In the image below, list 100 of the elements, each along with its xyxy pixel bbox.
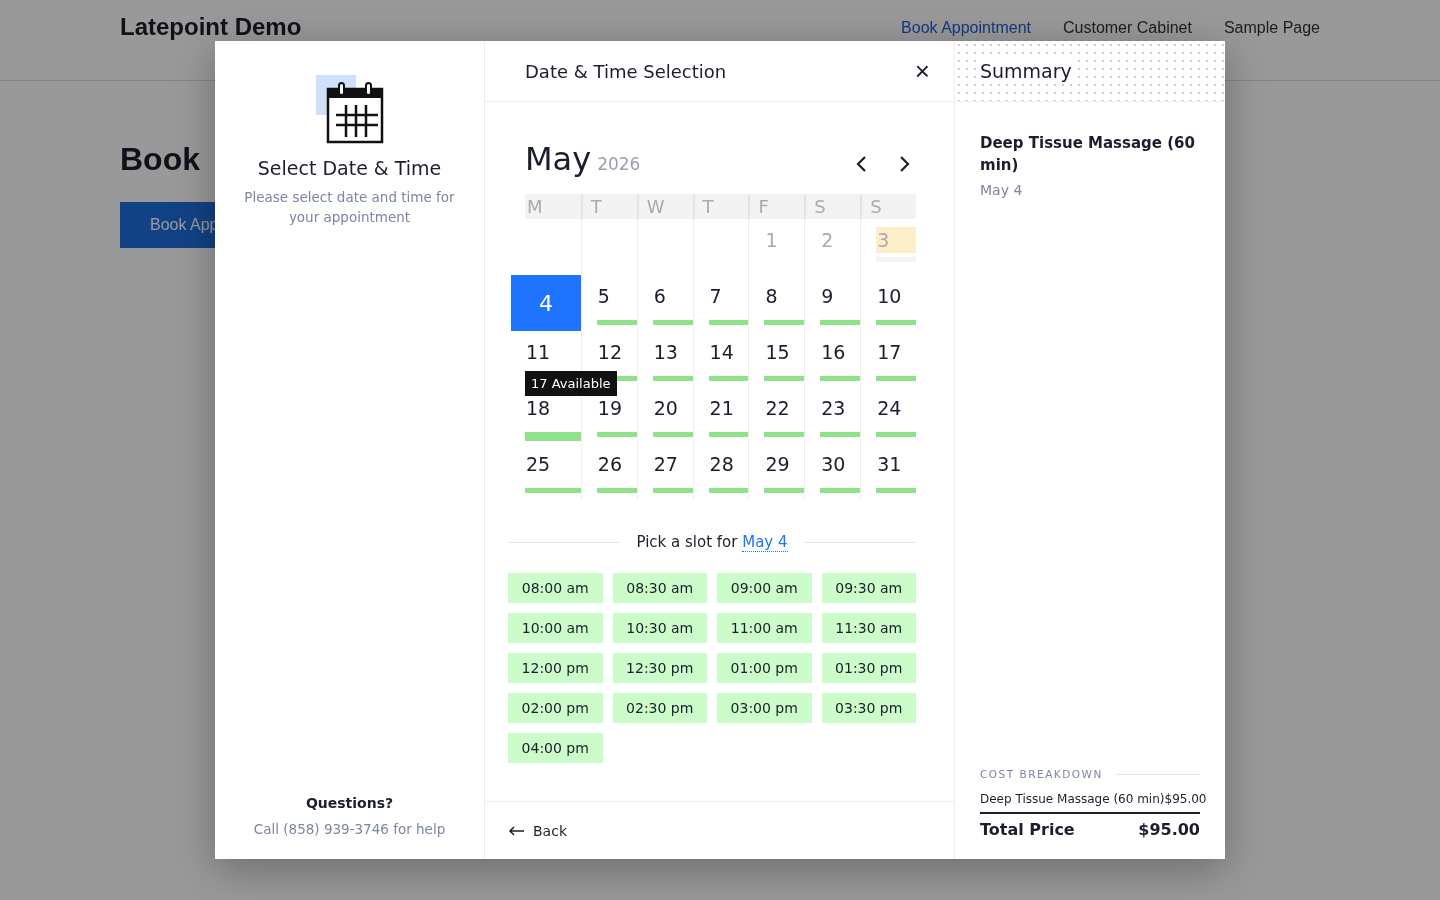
calendar-day[interactable]: 29 xyxy=(764,451,805,477)
calendar-day[interactable]: 23 xyxy=(820,395,861,421)
calendar-day[interactable]: 11 xyxy=(525,339,581,365)
calendar-day[interactable]: 16 xyxy=(820,339,861,365)
selected-date-link[interactable]: May 4 xyxy=(742,533,788,552)
calendar-day[interactable]: 25 xyxy=(525,451,581,477)
time-slot[interactable]: 02:00 pm xyxy=(508,693,603,723)
time-slot[interactable]: 12:00 pm xyxy=(508,653,603,683)
nav-link[interactable]: Customer Cabinet xyxy=(1063,18,1192,38)
calendar-day[interactable]: 30 xyxy=(820,451,861,477)
calendar-day[interactable]: 20 xyxy=(652,395,693,421)
calendar-day[interactable]: 27 xyxy=(652,451,693,477)
time-slot[interactable]: 10:30 am xyxy=(612,613,707,643)
availability-bar xyxy=(596,488,637,493)
line-item-name: Deep Tissue Massage (60 min) xyxy=(980,792,1165,806)
calendar-day[interactable]: 10 xyxy=(876,283,916,309)
calendar-day[interactable]: 5 xyxy=(596,283,637,309)
availability-bar xyxy=(764,320,805,325)
availability-bar xyxy=(820,432,861,437)
availability-bar xyxy=(596,432,637,437)
availability-bar xyxy=(876,320,916,325)
chevron-left-icon xyxy=(856,155,868,173)
calendar-day[interactable]: 24 xyxy=(876,395,916,421)
calendar-day[interactable]: 14 xyxy=(708,339,749,365)
time-slot[interactable]: 03:30 pm xyxy=(821,693,916,723)
time-slot[interactable]: 11:00 am xyxy=(717,613,812,643)
availability-tooltip: 17 Available xyxy=(525,371,617,396)
availability-bar xyxy=(820,376,861,381)
time-slot[interactable]: 08:30 am xyxy=(612,573,707,603)
availability-bar xyxy=(596,320,637,325)
availability-bar xyxy=(525,488,581,493)
help-text: Call (858) 939-3746 for help xyxy=(253,821,446,837)
arrow-left-icon xyxy=(508,825,525,836)
step-heading: Date & Time Selection xyxy=(525,60,727,82)
weekday-label: T xyxy=(580,194,637,219)
calendar-day[interactable]: 28 xyxy=(708,451,749,477)
calendar-day[interactable]: 8 xyxy=(764,283,805,309)
calendar-day[interactable]: 9 xyxy=(820,283,861,309)
calendar-day[interactable]: 13 xyxy=(652,339,693,365)
calendar-day[interactable]: 26 xyxy=(596,451,637,477)
time-slot[interactable]: 01:30 pm xyxy=(821,653,916,683)
site-title: Latepoint Demo xyxy=(120,14,302,40)
calendar-day[interactable]: 22 xyxy=(764,395,805,421)
slot-heading: Pick a slot for May 4 xyxy=(636,533,788,551)
time-slot[interactable]: 12:30 pm xyxy=(612,653,707,683)
weekday-label: S xyxy=(860,194,916,219)
calendar-day[interactable]: 19 xyxy=(596,395,637,421)
time-slot[interactable]: 03:00 pm xyxy=(717,693,812,723)
weekday-label: M xyxy=(525,194,581,219)
year-label: 2026 xyxy=(597,154,641,174)
page-heading: Book xyxy=(120,141,200,178)
time-slot[interactable]: 08:00 am xyxy=(508,573,603,603)
availability-bar xyxy=(764,376,805,381)
availability-bar xyxy=(708,376,749,381)
availability-bar xyxy=(820,488,861,493)
availability-bar xyxy=(708,488,749,493)
cost-breakdown-heading: COST BREAKDOWN xyxy=(980,768,1103,780)
nav-link[interactable]: Book Appointment xyxy=(901,18,1031,38)
availability-bar xyxy=(652,320,693,325)
weekday-label: T xyxy=(692,194,749,219)
calendar-day[interactable]: 12 xyxy=(596,339,637,365)
availability-bar xyxy=(764,432,805,437)
back-button[interactable]: Back xyxy=(508,822,567,839)
calendar-day[interactable]: 15 xyxy=(764,339,805,365)
calendar-day[interactable]: 7 xyxy=(708,283,749,309)
service-name: Deep Tissue Massage (60 min) xyxy=(980,133,1196,176)
time-slot[interactable]: 04:00 pm xyxy=(508,733,603,763)
time-slot[interactable]: 09:30 am xyxy=(821,573,916,603)
availability-bar xyxy=(820,320,861,325)
availability-bar xyxy=(876,488,916,493)
availability-bar xyxy=(652,376,693,381)
nav-link[interactable]: Sample Page xyxy=(1223,18,1320,38)
total-label: Total Price xyxy=(980,820,1075,839)
time-slot[interactable]: 09:00 am xyxy=(717,573,812,603)
calendar-day[interactable]: 6 xyxy=(652,283,693,309)
total-price: $95.00 xyxy=(1138,820,1200,839)
calendar-day[interactable]: 4 xyxy=(511,275,581,331)
availability-bar xyxy=(708,320,749,325)
calendar-day[interactable]: 18 xyxy=(525,395,581,421)
close-button[interactable]: × xyxy=(908,55,936,87)
availability-bar xyxy=(652,432,693,437)
time-slot[interactable]: 01:00 pm xyxy=(717,653,812,683)
availability-bar xyxy=(876,432,916,437)
availability-bar xyxy=(525,432,581,441)
weekday-label: S xyxy=(804,194,861,219)
step-title: Select Date & Time xyxy=(257,157,442,179)
month-name: May xyxy=(525,140,592,178)
time-slot[interactable]: 10:00 am xyxy=(508,613,603,643)
time-slot[interactable]: 02:30 pm xyxy=(612,693,707,723)
summary-date: May 4 xyxy=(980,182,1024,198)
calendar-day[interactable]: 21 xyxy=(708,395,749,421)
time-slot[interactable]: 11:30 am xyxy=(821,613,916,643)
weekday-label: F xyxy=(748,194,805,219)
questions-label: Questions? xyxy=(305,795,394,811)
availability-bar xyxy=(764,488,805,493)
summary-title: Summary xyxy=(980,60,1072,82)
line-item-price: $95.00 xyxy=(1164,792,1207,806)
calendar-day[interactable]: 17 xyxy=(876,339,916,365)
calendar-day[interactable]: 31 xyxy=(876,451,916,477)
availability-bar xyxy=(708,432,749,437)
